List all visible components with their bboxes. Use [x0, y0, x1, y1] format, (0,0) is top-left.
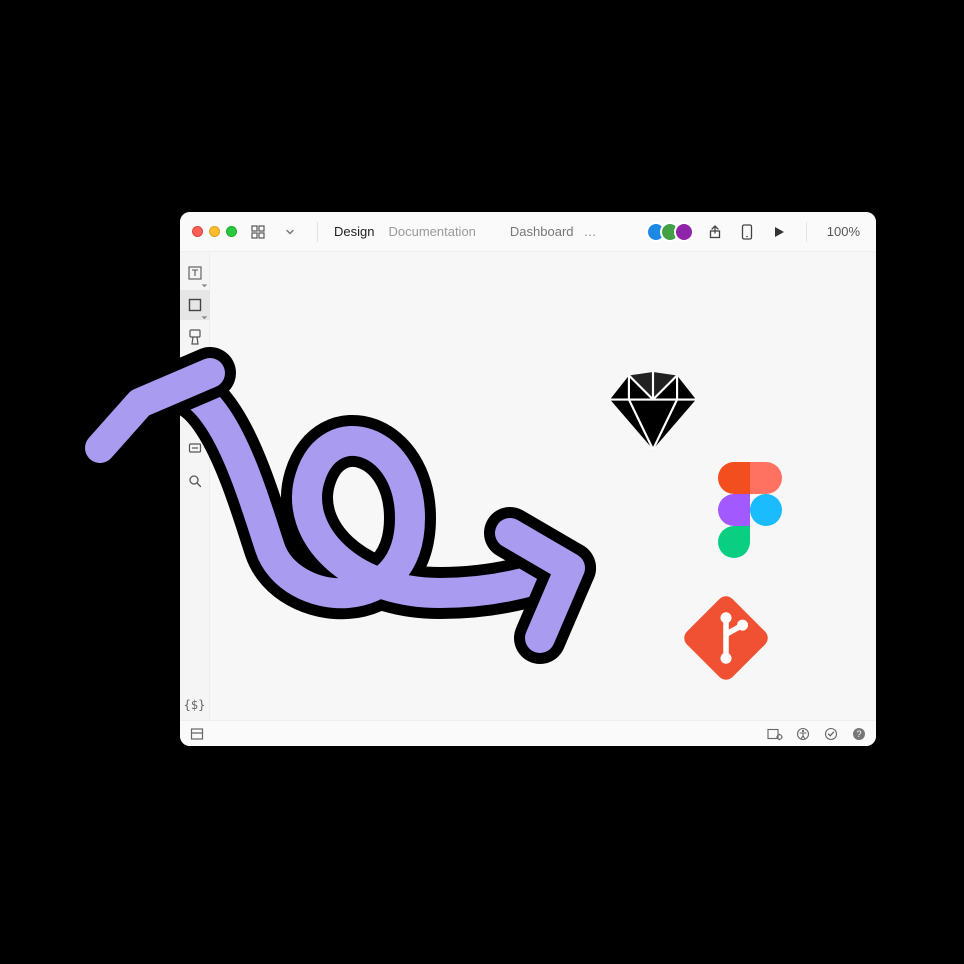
panel-toggle-button[interactable]: [188, 725, 206, 743]
rectangle-tool-icon: [188, 298, 202, 312]
titlebar: Design Documentation Dashboard …: [180, 212, 876, 252]
view-tabs: Design Documentation: [334, 224, 476, 239]
design-canvas[interactable]: [210, 252, 876, 720]
component-tool-icon: [188, 329, 202, 345]
play-button[interactable]: [768, 221, 790, 243]
close-window-button[interactable]: [192, 226, 203, 237]
accessibility-button[interactable]: [794, 725, 812, 743]
titlebar-separator: [317, 222, 318, 242]
avatar[interactable]: [674, 222, 694, 242]
page-selector[interactable]: Dashboard: [510, 224, 574, 239]
zoom-window-button[interactable]: [226, 226, 237, 237]
comment-tool[interactable]: [180, 434, 210, 464]
minimize-window-button[interactable]: [209, 226, 220, 237]
more-menu[interactable]: …: [584, 224, 598, 239]
app-menu-chevron[interactable]: [279, 221, 301, 243]
chevron-down-icon: [286, 228, 294, 236]
settings-chip-button[interactable]: [766, 725, 784, 743]
mac-traffic-lights: [192, 226, 237, 237]
zoom-level[interactable]: 100%: [823, 224, 864, 239]
accessibility-icon: [796, 727, 810, 741]
page-selector-label: Dashboard: [510, 224, 574, 239]
check-icon: [824, 727, 838, 741]
window-body: {$}: [180, 252, 876, 720]
tab-design[interactable]: Design: [334, 224, 374, 239]
svg-text:?: ?: [856, 729, 861, 739]
status-bar: ?: [180, 720, 876, 746]
text-tool[interactable]: [180, 258, 210, 288]
validation-button[interactable]: [822, 725, 840, 743]
preview-device-button[interactable]: [736, 221, 758, 243]
app-window: Design Documentation Dashboard …: [180, 212, 876, 746]
sketch-logo: [610, 372, 696, 449]
share-button[interactable]: [704, 221, 726, 243]
component-tool[interactable]: [180, 322, 210, 352]
help-icon: ?: [852, 727, 866, 741]
layers-tool[interactable]: [180, 354, 210, 384]
tab-documentation[interactable]: Documentation: [388, 224, 475, 239]
search-tool[interactable]: [180, 466, 210, 496]
tokens-button[interactable]: {$}: [180, 690, 210, 720]
text-tool-icon: [188, 266, 202, 280]
device-icon: [741, 224, 753, 240]
grid-icon: [251, 225, 265, 239]
tool-sidebar: {$}: [180, 252, 210, 720]
share-icon: [708, 225, 722, 239]
rectangle-tool[interactable]: [180, 290, 210, 320]
bolt-icon: [189, 410, 201, 424]
help-button[interactable]: ?: [850, 725, 868, 743]
app-menu-button[interactable]: [247, 221, 269, 243]
comment-icon: [188, 442, 202, 456]
token-icon: {$}: [184, 698, 206, 712]
bolt-tool[interactable]: [180, 402, 210, 432]
titlebar-separator: [806, 222, 807, 242]
search-icon: [188, 474, 202, 488]
git-logo: [680, 592, 772, 684]
layers-tool-icon: [188, 362, 202, 376]
settings-chip-icon: [767, 727, 783, 741]
figma-logo: [718, 462, 782, 558]
panel-icon: [190, 727, 204, 741]
play-icon: [773, 226, 785, 238]
collaborator-avatars[interactable]: [646, 222, 694, 242]
